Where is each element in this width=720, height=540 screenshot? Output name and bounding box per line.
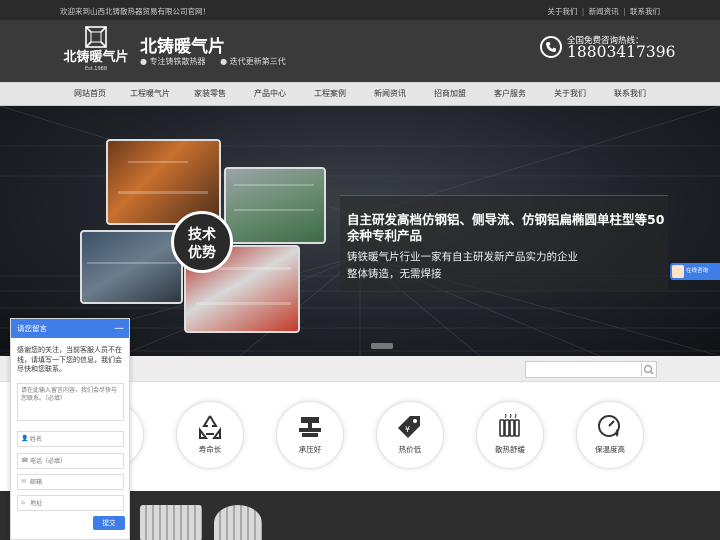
top-link-contact[interactable]: 联系我们 — [630, 7, 660, 16]
location-icon: ⌂ — [21, 499, 25, 506]
hotline-number[interactable]: 18803417396 — [567, 43, 675, 61]
nav-item-news[interactable]: 新闻资讯 — [360, 83, 420, 107]
search-icon[interactable] — [641, 363, 655, 376]
phone-icon — [540, 36, 562, 58]
logo-text: 北铸暖气片 — [63, 50, 129, 65]
submit-button[interactable]: 提交 — [93, 516, 125, 530]
feature-item[interactable]: 寿命长 — [176, 401, 244, 469]
banner-text-box: 自主研发高档仿钢铝、侧导流、仿钢铝扁椭圆单柱型等50余种专利产品 铸铁暖气片行业… — [340, 195, 668, 291]
phone-input[interactable] — [30, 456, 120, 466]
address-field[interactable]: ⌂ — [17, 495, 124, 511]
feature-label: 寿命长 — [198, 445, 222, 454]
logo-est: Est.1988 — [84, 66, 108, 72]
nav-item-cases[interactable]: 工程案例 — [300, 83, 360, 107]
message-widget-header: 请您留言 — — [11, 319, 129, 338]
minimize-icon[interactable]: — — [114, 319, 124, 338]
top-bar: 欢迎来到山西北铸散热器贸易有限公司官网！ 关于我们 | 新闻资讯 | 联系我们 — [0, 0, 720, 20]
header: 北铸暖气片 Est.1988 北铸暖气片 ● 专注铸铁散热器 ● 迭代更新第三代… — [0, 20, 720, 82]
online-consult-button[interactable]: 在线咨询 — [670, 263, 720, 280]
online-consult-label: 在线咨询 — [686, 268, 709, 274]
banner-subline: 铸铁暖气片行业一家有自主研发新产品实力的企业 — [347, 251, 578, 263]
radiator-product-image[interactable] — [214, 505, 262, 540]
top-link-news[interactable]: 新闻资讯 — [589, 7, 619, 16]
search-box[interactable] — [525, 361, 657, 378]
top-link-about[interactable]: 关于我们 — [547, 7, 577, 16]
mail-icon: ✉ — [21, 478, 27, 485]
main-nav: 网站首页 工程暖气片 家装零售 产品中心 工程案例 新闻资讯 招商加盟 客户服务… — [0, 82, 720, 106]
message-textarea[interactable] — [17, 383, 124, 421]
email-field[interactable]: ✉ — [17, 474, 124, 490]
message-widget-notice: 感谢您的关注，当前客服人员不在线，请填写一下您的信息，我们会尽快和您联系。 — [17, 346, 122, 373]
feature-label: 承压好 — [298, 445, 322, 454]
banner-headline: 自主研发高档仿钢铝、侧导流、仿钢铝扁椭圆单柱型等50余种专利产品 — [347, 212, 665, 243]
radiator-icon — [499, 414, 520, 437]
welcome-text: 欢迎来到山西北铸散热器贸易有限公司官网！ — [60, 7, 210, 16]
top-links: 关于我们 | 新闻资讯 | 联系我们 — [547, 6, 660, 17]
radiator-product-image[interactable] — [140, 505, 202, 540]
address-input[interactable] — [30, 498, 120, 508]
badge-line: 优势 — [188, 245, 216, 261]
nav-item-contact[interactable]: 联系我们 — [600, 83, 660, 107]
nav-item-products[interactable]: 产品中心 — [240, 83, 300, 107]
agent-avatar — [672, 265, 684, 278]
feature-item[interactable]: ¥ 热价低 — [376, 401, 444, 469]
feature-item[interactable]: 保温度高 — [576, 401, 644, 469]
top-link-separator: | — [623, 7, 626, 16]
brand-name: 北铸暖气片 — [140, 37, 225, 57]
name-input[interactable] — [30, 434, 120, 444]
nav-item-home[interactable]: 网站首页 — [60, 83, 120, 107]
top-link-separator: | — [581, 7, 585, 16]
price-tag-icon: ¥ — [398, 416, 420, 438]
tech-advantage-badge: 技术 优势 — [171, 211, 233, 273]
phone-field[interactable]: ☎ — [17, 453, 124, 469]
feature-label: 保温度高 — [595, 445, 625, 454]
svg-text:¥: ¥ — [405, 425, 410, 434]
nav-item-home-retail[interactable]: 家装零售 — [180, 83, 240, 107]
nav-item-service[interactable]: 客户服务 — [480, 83, 540, 107]
feature-label: 散热舒缓 — [495, 445, 525, 454]
feature-item[interactable]: 散热舒缓 — [476, 401, 544, 469]
feature-item[interactable]: 承压好 — [276, 401, 344, 469]
banner-subline: 整体铸造，无需焊接 — [347, 268, 442, 280]
press-icon — [299, 417, 321, 437]
message-widget: 请您留言 — 感谢您的关注，当前客服人员不在线，请填写一下您的信息，我们会尽快和… — [10, 318, 130, 540]
slogan-item: ● 迭代更新第三代 — [220, 57, 286, 66]
feature-label: 热价低 — [398, 445, 422, 454]
nav-item-about[interactable]: 关于我们 — [540, 83, 600, 107]
email-input[interactable] — [30, 477, 120, 487]
slogans: ● 专注铸铁散热器 ● 迭代更新第三代 — [140, 56, 298, 67]
name-field[interactable]: 👤 — [17, 431, 124, 447]
phone-icon: ☎ — [21, 457, 29, 464]
recycle-icon — [199, 415, 221, 439]
logo-mark-icon — [85, 26, 107, 48]
factory-photo — [80, 230, 183, 304]
slide-indicator[interactable] — [371, 343, 393, 349]
logo[interactable]: 北铸暖气片 Est.1988 — [62, 26, 130, 76]
slogan-item: ● 专注铸铁散热器 — [140, 57, 206, 66]
gauge-icon — [598, 415, 620, 437]
message-widget-title: 请您留言 — [17, 324, 47, 333]
factory-photo — [224, 167, 326, 244]
user-icon: 👤 — [21, 435, 29, 442]
badge-line: 技术 — [188, 227, 216, 243]
nav-item-franchise[interactable]: 招商加盟 — [420, 83, 480, 107]
nav-item-engineering-radiator[interactable]: 工程暖气片 — [120, 83, 180, 107]
